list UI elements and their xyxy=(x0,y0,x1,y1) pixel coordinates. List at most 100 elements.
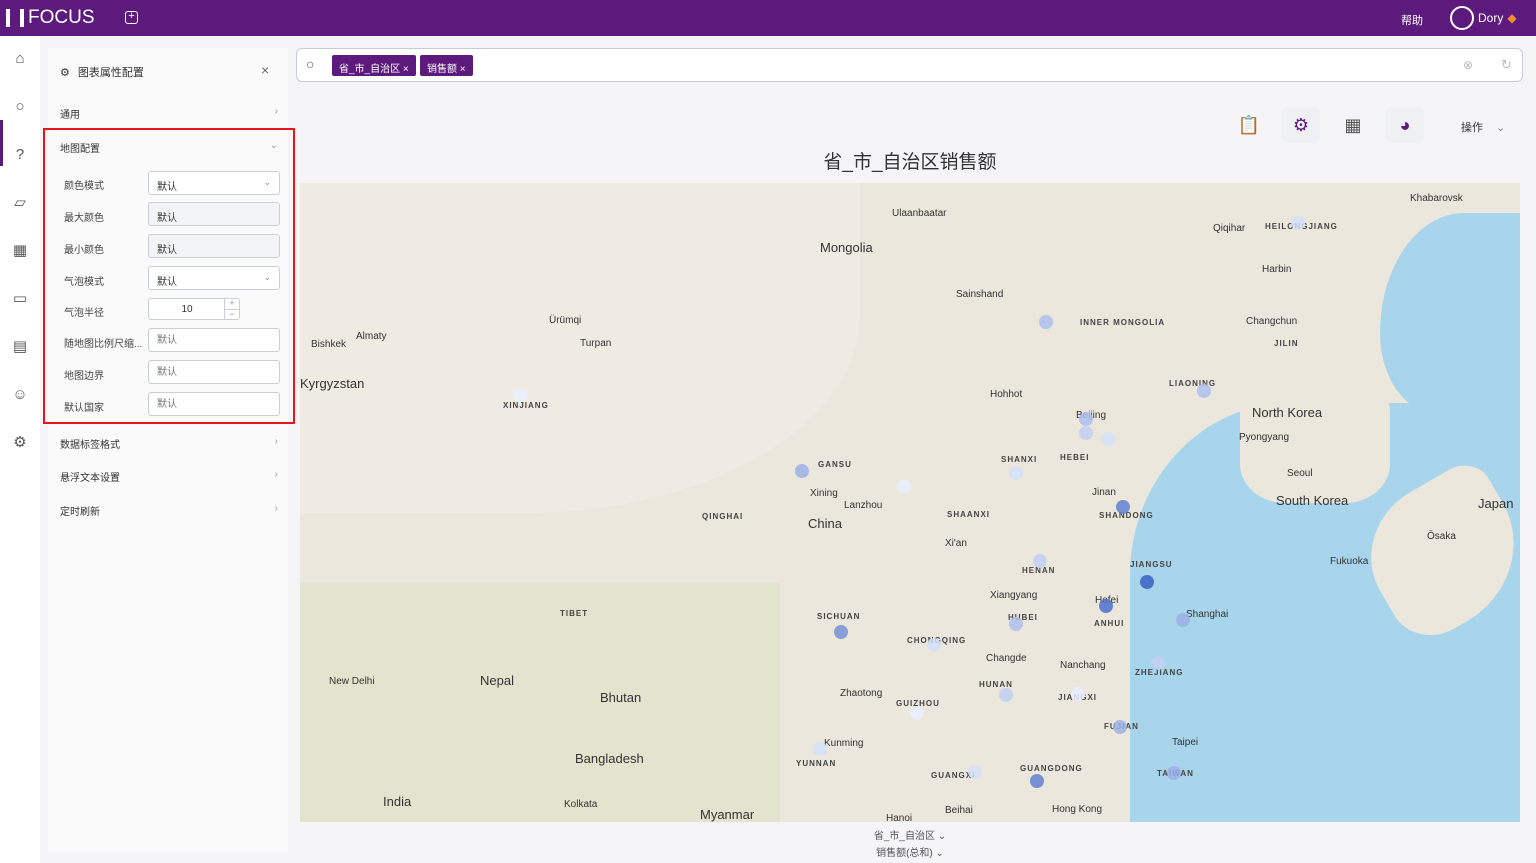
help-link[interactable]: 帮助 xyxy=(1401,12,1423,28)
remove-tag-icon[interactable]: × xyxy=(460,64,466,75)
province-label: JILIN xyxy=(1274,339,1299,348)
scale-with-map-input[interactable] xyxy=(148,328,280,352)
bubble-chongqing[interactable] xyxy=(927,638,941,652)
field-label: 最小颜色 xyxy=(64,245,104,256)
user-menu[interactable]: Dory ◆ xyxy=(1450,6,1517,30)
search-icon[interactable]: ○ xyxy=(11,98,29,116)
bubble-jiangsu[interactable] xyxy=(1140,575,1154,589)
bubble-xinjiang[interactable] xyxy=(513,388,527,402)
left-nav: ⌂ ○ ? ▱ ▦ ▭ ▤ ☺ ⚙ xyxy=(0,36,40,863)
city-label: Hanoi xyxy=(886,813,913,822)
bubble-hubei[interactable] xyxy=(1009,617,1023,631)
city-label: Beihai xyxy=(945,805,973,816)
bubble-mode-select[interactable]: 默认 ⌄ xyxy=(148,266,280,290)
bubble-ningxia[interactable] xyxy=(897,480,911,494)
search-tag[interactable]: 省_市_自治区 × xyxy=(332,55,416,76)
report-icon[interactable]: ▤ xyxy=(11,338,29,356)
remove-tag-icon[interactable]: × xyxy=(403,64,409,75)
section-hover-text[interactable]: 悬浮文本设置 › xyxy=(60,469,278,484)
sea xyxy=(1380,213,1520,413)
legend-dimension[interactable]: 省_市_自治区 ⌄ xyxy=(300,827,1520,842)
city-label: Nanchang xyxy=(1060,660,1106,671)
bubble-shandong[interactable] xyxy=(1116,500,1130,514)
search-tag[interactable]: 销售额 × xyxy=(420,55,473,76)
chevron-right-icon: › xyxy=(274,503,278,514)
bubble-liaoning[interactable] xyxy=(1197,384,1211,398)
province-label: INNER MONGOLIA xyxy=(1080,318,1166,327)
chart-icon[interactable]: ▱ xyxy=(11,194,29,212)
bubble-shaanxi[interactable] xyxy=(1009,466,1023,480)
folder-icon[interactable]: ▭ xyxy=(11,290,29,308)
table-icon[interactable]: ▦ xyxy=(11,242,29,260)
bubble-anhui[interactable] xyxy=(1099,599,1113,613)
max-color-field[interactable]: 默认 xyxy=(148,202,280,226)
logo[interactable]: FOCUS xyxy=(6,7,95,29)
city-label: Hohhot xyxy=(990,389,1023,400)
section-refresh[interactable]: 定时刷新 › xyxy=(60,503,278,518)
clipboard-icon[interactable]: 📋 xyxy=(1230,107,1268,143)
help-icon[interactable]: ? xyxy=(11,146,29,164)
add-icon[interactable]: + xyxy=(125,11,138,24)
chevron-right-icon: › xyxy=(274,106,278,117)
city-label: Qiqihar xyxy=(1213,223,1246,234)
bubble-shanghai[interactable] xyxy=(1176,613,1190,627)
bubble-guangdong[interactable] xyxy=(1030,774,1044,788)
bubble-radius-stepper[interactable]: 10 + − xyxy=(148,298,240,320)
bubble-beijing[interactable] xyxy=(1079,412,1093,426)
city-label: Harbin xyxy=(1262,264,1292,275)
city-label: Kunming xyxy=(824,738,864,749)
user-icon[interactable]: ☺ xyxy=(11,386,29,404)
province-label: GUANGDONG xyxy=(1020,764,1083,773)
section-general[interactable]: 通用 › xyxy=(60,106,278,121)
section-data-label[interactable]: 数据标签格式 › xyxy=(60,436,278,451)
chevron-down-icon: ⌄ xyxy=(1496,122,1506,134)
field-label: 气泡模式 xyxy=(64,277,104,288)
default-country-input[interactable] xyxy=(148,392,280,416)
settings-gear-button[interactable]: ⚙ xyxy=(1282,107,1320,143)
min-color-field[interactable]: 默认 xyxy=(148,234,280,258)
bubble-tianjin[interactable] xyxy=(1101,432,1115,446)
operations-menu[interactable]: 操作 ⌄ xyxy=(1461,119,1505,135)
bubble-gansu[interactable] xyxy=(795,464,809,478)
bubble-sichuan[interactable] xyxy=(834,625,848,639)
bubble-inner-mongolia[interactable] xyxy=(1039,315,1053,329)
country-label: Bangladesh xyxy=(575,751,644,766)
search-bar[interactable]: ○ 省_市_自治区 × 销售额 × ⊗ ↻ xyxy=(296,48,1523,82)
legend-measure[interactable]: 销售额(总和) ⌄ xyxy=(300,844,1520,859)
home-icon[interactable]: ⌂ xyxy=(11,50,29,68)
bubble-heilongjiang[interactable] xyxy=(1291,216,1305,230)
country-label: China xyxy=(808,516,842,531)
bubble-hunan[interactable] xyxy=(999,688,1013,702)
clear-icon[interactable]: ⊗ xyxy=(1463,58,1473,72)
pie-chart-icon[interactable]: ◕ xyxy=(1386,107,1424,143)
top-bar: FOCUS + 帮助 Dory ◆ xyxy=(0,0,1536,36)
bubble-hebei[interactable] xyxy=(1079,426,1093,440)
chevron-right-icon: › xyxy=(274,469,278,480)
settings-icon[interactable]: ⚙ xyxy=(11,434,29,452)
decrement-button[interactable]: − xyxy=(224,309,239,319)
province-label: SHAANXI xyxy=(947,510,991,519)
bubble-guangxi[interactable] xyxy=(968,765,982,779)
map-boundary-input[interactable] xyxy=(148,360,280,384)
bubble-henan[interactable] xyxy=(1033,554,1047,568)
nav-active-indicator xyxy=(0,120,3,166)
bubble-fujian[interactable] xyxy=(1113,720,1127,734)
chart-title: 省_市_自治区销售额 xyxy=(823,152,997,173)
close-icon[interactable]: × xyxy=(261,62,269,78)
bubble-taiwan[interactable] xyxy=(1167,766,1181,780)
refresh-icon[interactable]: ↻ xyxy=(1501,57,1512,73)
color-mode-select[interactable]: 默认 ⌄ xyxy=(148,171,280,195)
province-label: GANSU xyxy=(818,460,852,469)
vip-gem-icon: ◆ xyxy=(1507,11,1517,25)
bubble-jiangxi[interactable] xyxy=(1071,687,1085,701)
increment-button[interactable]: + xyxy=(224,299,239,309)
bubble-yunnan[interactable] xyxy=(813,742,827,756)
city-label: Turpan xyxy=(580,338,612,349)
city-label: Changchun xyxy=(1246,316,1298,327)
city-label: New Delhi xyxy=(329,676,375,687)
bubble-zhejiang[interactable] xyxy=(1151,656,1165,670)
bubble-guizhou[interactable] xyxy=(910,706,924,720)
bubble-map[interactable]: Mongolia China Nepal Bhutan Bangladesh India M… xyxy=(300,183,1520,822)
field-label: 默认国家 xyxy=(64,403,104,414)
table-view-icon[interactable]: ▦ xyxy=(1334,107,1372,143)
